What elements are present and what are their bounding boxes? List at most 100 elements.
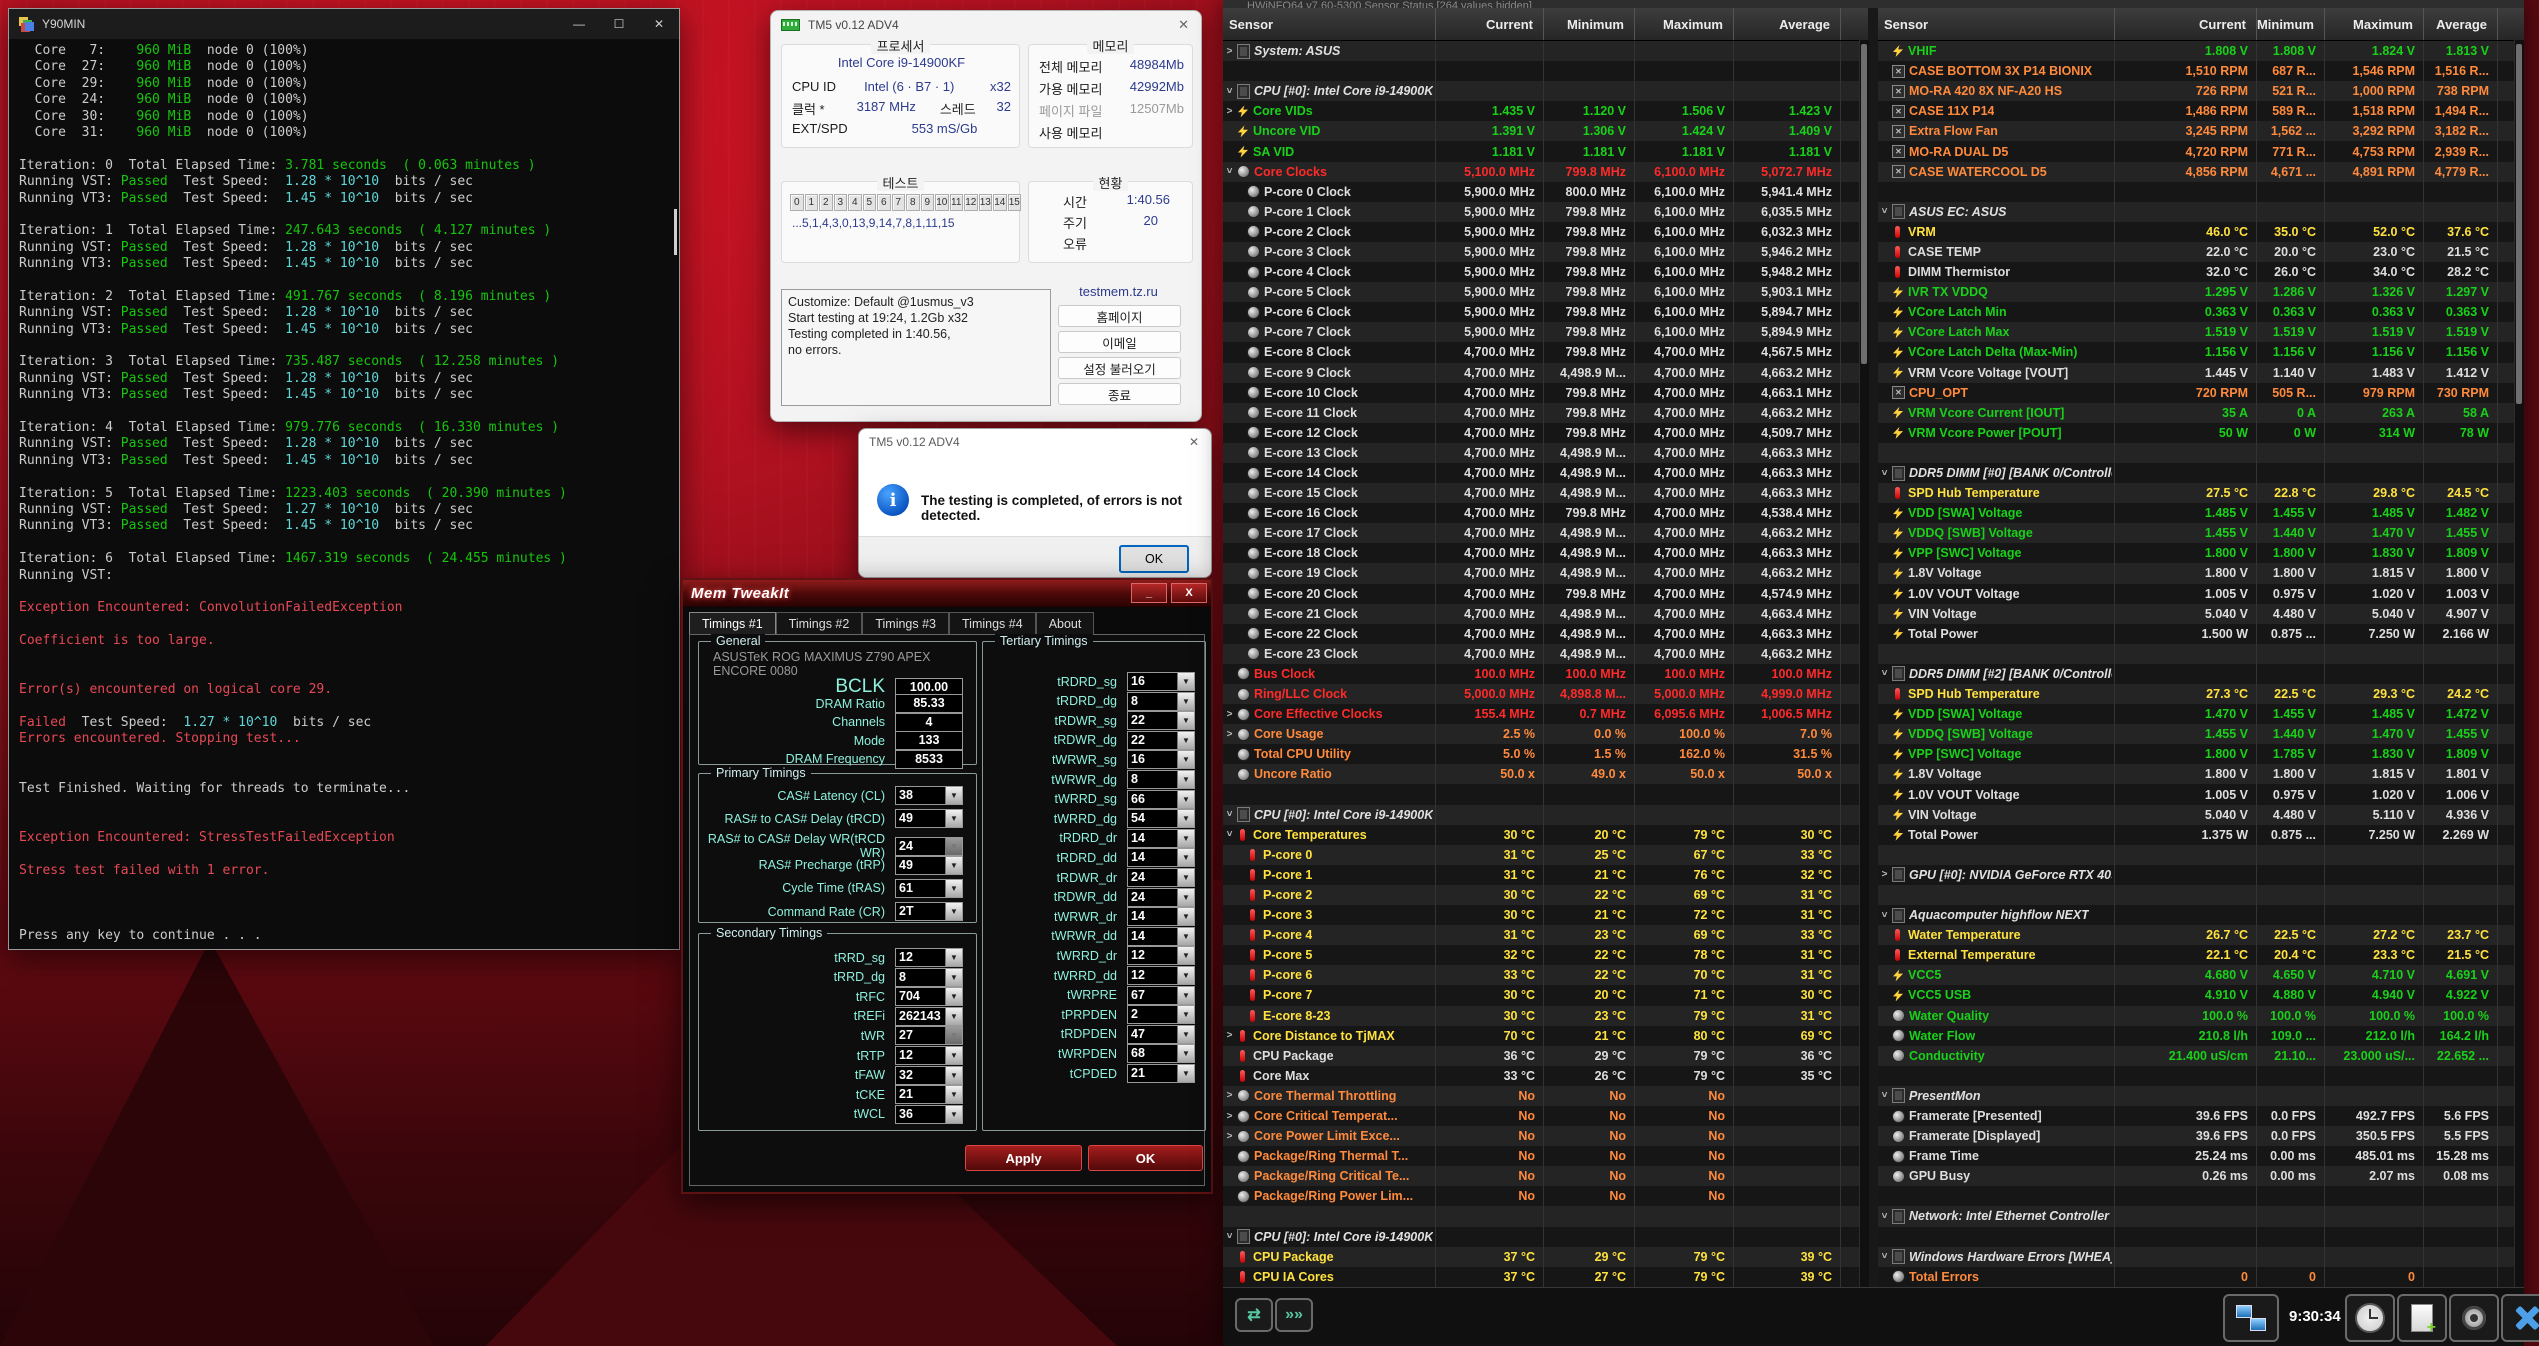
sensor-row[interactable]: >Core Thermal ThrottlingNoNoNo xyxy=(1223,1086,1868,1106)
sensor-row[interactable]: P-core 730 °C20 °C71 °C30 °C xyxy=(1223,985,1868,1005)
timing-combo-twrpden[interactable]: 68▼ xyxy=(1127,1044,1195,1063)
tm5-test-cell[interactable]: 1 xyxy=(805,194,819,211)
sensor-row[interactable]: CASE TEMP22.0 °C20.0 °C23.0 °C21.5 °C xyxy=(1878,242,2524,262)
sensor-row[interactable]: E-core 8 Clock4,700.0 MHz799.8 MHz4,700.… xyxy=(1223,342,1868,362)
chevron-down-icon[interactable]: ▼ xyxy=(1177,1065,1194,1082)
sensor-row[interactable]: Framerate [Displayed]39.6 FPS0.0 FPS350.… xyxy=(1878,1126,2524,1146)
tm5-test-cell[interactable]: 12 xyxy=(964,194,978,211)
sensor-section-row[interactable]: ˅Windows Hardware Errors [WHEA] xyxy=(1878,1247,2524,1267)
sensor-row[interactable]: VIN Voltage5.040 V4.480 V5.110 V4.936 V xyxy=(1878,805,2524,825)
sensor-row[interactable]: Framerate [Presented]39.6 FPS0.0 FPS492.… xyxy=(1878,1106,2524,1126)
tm5-test-cell[interactable]: 5 xyxy=(863,194,877,211)
chevron-down-icon[interactable]: ▼ xyxy=(1177,1006,1194,1023)
sensor-row[interactable]: >Core Critical Temperat...NoNoNo xyxy=(1223,1106,1868,1126)
chevron-right-icon[interactable]: > xyxy=(1223,106,1236,117)
sensor-row[interactable]: VCC54.680 V4.650 V4.710 V4.691 V xyxy=(1878,965,2524,985)
sensor-row[interactable]: 1.0V VOUT Voltage1.005 V0.975 V1.020 V1.… xyxy=(1878,784,2524,804)
tm5-test-cell[interactable]: 2 xyxy=(819,194,833,211)
ok-button[interactable]: OK xyxy=(1119,545,1189,573)
chevron-down-icon[interactable]: ˅ xyxy=(1223,166,1236,177)
minimize-icon[interactable]: — xyxy=(559,9,599,39)
sensor-row[interactable]: CASE BOTTOM 3X P14 BIONIX1,510 RPM687 R.… xyxy=(1878,61,2524,81)
chevron-down-icon[interactable]: ▼ xyxy=(945,787,962,804)
tm5-test-cell[interactable]: 6 xyxy=(877,194,891,211)
sensor-row[interactable]: MO-RA DUAL D54,720 RPM771 R...4,753 RPM2… xyxy=(1878,141,2524,161)
chevron-right-icon[interactable]: > xyxy=(1223,1131,1236,1142)
sensor-row[interactable]: P-core 230 °C22 °C69 °C31 °C xyxy=(1223,885,1868,905)
chevron-down-icon[interactable]: ▼ xyxy=(1177,869,1194,886)
sensor-row[interactable]: P-core 031 °C25 °C67 °C33 °C xyxy=(1223,845,1868,865)
timing-combo-cycle-time-tras-[interactable]: 61▼ xyxy=(895,879,963,898)
sensor-row[interactable]: VCC5 USB4.910 V4.880 V4.940 V4.922 V xyxy=(1878,985,2524,1005)
sensor-row[interactable]: P-core 330 °C21 °C72 °C31 °C xyxy=(1223,905,1868,925)
timing-combo-trdrd-dd[interactable]: 14▼ xyxy=(1127,848,1195,867)
timing-combo-trdwr-dr[interactable]: 24▼ xyxy=(1127,868,1195,887)
sensor-row[interactable]: Package/Ring Critical Te...NoNoNo xyxy=(1223,1166,1868,1186)
timing-combo-twrwr-dg[interactable]: 8▼ xyxy=(1127,770,1195,789)
chevron-right-icon[interactable]: > xyxy=(1223,46,1236,57)
sensor-row[interactable]: CPU Package36 °C29 °C79 °C36 °C xyxy=(1223,1046,1868,1066)
chevron-down-icon[interactable]: ▼ xyxy=(945,1067,962,1084)
chevron-down-icon[interactable]: ▼ xyxy=(1177,1045,1194,1062)
sensor-row[interactable]: Package/Ring Power Lim...NoNoNo xyxy=(1223,1186,1868,1206)
sensor-section-row[interactable]: ˅DDR5 DIMM [#0] [BANK 0/Controller0-DIMM… xyxy=(1878,463,2524,483)
sensor-row[interactable]: VHIF1.808 V1.808 V1.824 V1.813 V xyxy=(1878,41,2524,61)
sensor-row[interactable]: VCore Latch Max1.519 V1.519 V1.519 V1.51… xyxy=(1878,322,2524,342)
sensor-row[interactable]: Core Max33 °C26 °C79 °C35 °C xyxy=(1223,1066,1868,1086)
chevron-down-icon[interactable]: ▼ xyxy=(945,1047,962,1064)
sensor-row[interactable]: E-core 18 Clock4,700.0 MHz4,498.9 M...4,… xyxy=(1223,543,1868,563)
tab-timings-2[interactable]: Timings #2 xyxy=(776,612,863,635)
timing-combo-tcpded[interactable]: 21▼ xyxy=(1127,1064,1195,1083)
tab-about[interactable]: About xyxy=(1036,612,1095,635)
sensor-row[interactable]: >Core Distance to TjMAX70 °C21 °C80 °C69… xyxy=(1223,1026,1868,1046)
chevron-down-icon[interactable]: ▼ xyxy=(945,880,962,897)
chevron-down-icon[interactable]: ▼ xyxy=(1177,693,1194,710)
chevron-down-icon[interactable]: ˅ xyxy=(1878,1251,1891,1262)
network-monitor-button[interactable] xyxy=(2223,1294,2279,1342)
sensor-row[interactable]: E-core 16 Clock4,700.0 MHz799.8 MHz4,700… xyxy=(1223,503,1868,523)
chevron-down-icon[interactable]: ▼ xyxy=(945,988,962,1005)
sensor-row[interactable]: DIMM Thermistor32.0 °C26.0 °C34.0 °C28.2… xyxy=(1878,262,2524,282)
sensor-row[interactable]: P-core 4 Clock5,900.0 MHz799.8 MHz6,100.… xyxy=(1223,262,1868,282)
tm5-exit-button[interactable]: 종료 xyxy=(1058,383,1181,405)
sensor-row[interactable]: Total Power1.375 W0.875 ...7.250 W2.269 … xyxy=(1878,825,2524,845)
sensor-row[interactable]: Water Flow210.8 l/h109.0 ...212.0 l/h164… xyxy=(1878,1026,2524,1046)
timing-combo-ras-precharge-trp-[interactable]: 49▼ xyxy=(895,856,963,875)
tm5-test-cell[interactable]: 10 xyxy=(935,194,949,211)
sensor-row[interactable]: VCore Latch Delta (Max-Min)1.156 V1.156 … xyxy=(1878,342,2524,362)
sensor-row[interactable]: Total Errors000 xyxy=(1878,1267,2524,1287)
timing-combo-trrd-sg[interactable]: 12▼ xyxy=(895,948,963,967)
sensor-row[interactable]: MO-RA 420 8X NF-A20 HS726 RPM521 R...1,0… xyxy=(1878,81,2524,101)
sensor-row[interactable]: 1.8V Voltage1.800 V1.800 V1.815 V1.801 V xyxy=(1878,764,2524,784)
sensor-row[interactable]: VIN Voltage5.040 V4.480 V5.040 V4.907 V xyxy=(1878,604,2524,624)
timing-combo-cas-latency-cl-[interactable]: 38▼ xyxy=(895,786,963,805)
apply-button[interactable]: Apply xyxy=(965,1145,1082,1171)
chevron-down-icon[interactable]: ▼ xyxy=(1177,830,1194,847)
sensor-row[interactable]: E-core 17 Clock4,700.0 MHz4,498.9 M...4,… xyxy=(1223,523,1868,543)
close-icon[interactable]: X xyxy=(1171,583,1207,603)
sensor-section-row[interactable]: ˅PresentMon xyxy=(1878,1086,2524,1106)
sensor-row[interactable]: CPU_OPT720 RPM505 R...979 RPM730 RPM xyxy=(1878,383,2524,403)
timing-combo-trdrd-sg[interactable]: 16▼ xyxy=(1127,672,1195,691)
sensor-row[interactable]: >Core Effective Clocks155.4 MHz0.7 MHz6,… xyxy=(1223,704,1868,724)
sensor-row[interactable]: P-core 131 °C21 °C76 °C32 °C xyxy=(1223,865,1868,885)
sensor-row[interactable]: P-core 633 °C22 °C70 °C31 °C xyxy=(1223,965,1868,985)
column-header-average[interactable]: Average xyxy=(2424,8,2498,40)
sensor-section-row[interactable]: ˅DDR5 DIMM [#2] [BANK 0/Controller1-DIMM… xyxy=(1878,664,2524,684)
sensor-row[interactable]: VRM Vcore Current [IOUT]35 A0 A263 A58 A xyxy=(1878,403,2524,423)
column-header-current[interactable]: Current xyxy=(1436,8,1544,40)
sensor-row[interactable]: E-core 22 Clock4,700.0 MHz4,498.9 M...4,… xyxy=(1223,624,1868,644)
settings-button[interactable] xyxy=(2449,1294,2499,1342)
sensor-row[interactable]: VDD [SWA] Voltage1.470 V1.455 V1.485 V1.… xyxy=(1878,704,2524,724)
chevron-down-icon[interactable]: ▼ xyxy=(945,838,962,855)
column-header-minimum[interactable]: Minimum xyxy=(1544,8,1635,40)
timing-combo-trdrd-dr[interactable]: 14▼ xyxy=(1127,829,1195,848)
sensor-row[interactable]: P-core 6 Clock5,900.0 MHz799.8 MHz6,100.… xyxy=(1223,302,1868,322)
tm5-link[interactable]: testmem.tz.ru xyxy=(1058,284,1179,299)
timing-combo-trdrd-dg[interactable]: 8▼ xyxy=(1127,692,1195,711)
sensor-row[interactable]: Water Temperature26.7 °C22.5 °C27.2 °C23… xyxy=(1878,925,2524,945)
chevron-down-icon[interactable]: ▼ xyxy=(1177,712,1194,729)
sensor-section-row[interactable]: ˅Network: Intel Ethernet Controller I226… xyxy=(1878,1206,2524,1226)
report-button[interactable] xyxy=(2397,1294,2447,1342)
sensor-row[interactable]: E-core 12 Clock4,700.0 MHz799.8 MHz4,700… xyxy=(1223,423,1868,443)
